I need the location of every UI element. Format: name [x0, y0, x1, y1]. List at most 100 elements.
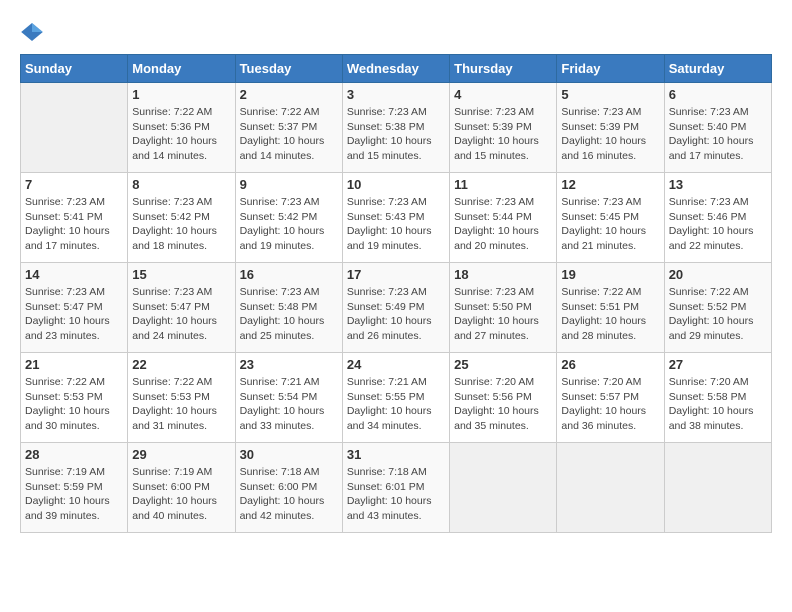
calendar-cell: 14Sunrise: 7:23 AMSunset: 5:47 PMDayligh…	[21, 263, 128, 353]
calendar-cell: 7 Sunrise: 7:23 AMSunset: 5:41 PMDaylight…	[21, 173, 128, 263]
calendar-cell: 21 Sunrise: 7:22 AMSunset: 5:53 PMDayligh…	[21, 353, 128, 443]
calendar-cell: 29 Sunrise: 7:19 AMSunset: 6:00 PMDayligh…	[128, 443, 235, 533]
day-info: Sunrise: 7:20 AMSunset: 5:56 PMDaylight:…	[454, 375, 552, 434]
day-number: 5	[561, 87, 659, 102]
calendar-week-row: 28 Sunrise: 7:19 AMSunset: 5:59 PMDayligh…	[21, 443, 772, 533]
day-number: 19	[561, 267, 659, 282]
day-info: Sunrise: 7:23 AMSunset: 5:38 PMDaylight:…	[347, 105, 445, 164]
day-info: Sunrise: 7:23 AMSunset: 5:40 PMDaylight:…	[669, 105, 767, 164]
day-number: 25	[454, 357, 552, 372]
calendar-cell: 18 Sunrise: 7:23 AMSunset: 5:50 PMDayligh…	[450, 263, 557, 353]
calendar-cell: 2 Sunrise: 7:22 AMSunset: 5:37 PMDaylight…	[235, 83, 342, 173]
day-info: Sunrise: 7:23 AMSunset: 5:43 PMDaylight:…	[347, 195, 445, 254]
day-info: Sunrise: 7:22 AMSunset: 5:36 PMDaylight:…	[132, 105, 230, 164]
day-info: Sunrise: 7:23 AMSunset: 5:42 PMDaylight:…	[240, 195, 338, 254]
weekday-header: Wednesday	[342, 55, 449, 83]
day-info: Sunrise: 7:23 AMSunset: 5:42 PMDaylight:…	[132, 195, 230, 254]
day-info: Sunrise: 7:18 AMSunset: 6:01 PMDaylight:…	[347, 465, 445, 524]
calendar-cell: 22Sunrise: 7:22 AMSunset: 5:53 PMDayligh…	[128, 353, 235, 443]
day-info: Sunrise: 7:23 AMSunset: 5:48 PMDaylight:…	[240, 285, 338, 344]
calendar-cell: 4 Sunrise: 7:23 AMSunset: 5:39 PMDaylight…	[450, 83, 557, 173]
day-info: Sunrise: 7:19 AMSunset: 6:00 PMDaylight:…	[132, 465, 230, 524]
day-number: 24	[347, 357, 445, 372]
calendar-cell: 10 Sunrise: 7:23 AMSunset: 5:43 PMDayligh…	[342, 173, 449, 263]
calendar-cell	[664, 443, 771, 533]
day-info: Sunrise: 7:18 AMSunset: 6:00 PMDaylight:…	[240, 465, 338, 524]
weekday-header: Tuesday	[235, 55, 342, 83]
day-number: 16	[240, 267, 338, 282]
calendar-week-row: 21 Sunrise: 7:22 AMSunset: 5:53 PMDayligh…	[21, 353, 772, 443]
day-number: 27	[669, 357, 767, 372]
day-number: 20	[669, 267, 767, 282]
calendar-cell: 12Sunrise: 7:23 AMSunset: 5:45 PMDayligh…	[557, 173, 664, 263]
day-number: 28	[25, 447, 123, 462]
day-info: Sunrise: 7:23 AMSunset: 5:44 PMDaylight:…	[454, 195, 552, 254]
day-number: 10	[347, 177, 445, 192]
day-info: Sunrise: 7:23 AMSunset: 5:47 PMDaylight:…	[25, 285, 123, 344]
calendar-cell: 6 Sunrise: 7:23 AMSunset: 5:40 PMDaylight…	[664, 83, 771, 173]
calendar-table: SundayMondayTuesdayWednesdayThursdayFrid…	[20, 54, 772, 533]
calendar-cell: 19Sunrise: 7:22 AMSunset: 5:51 PMDayligh…	[557, 263, 664, 353]
calendar-cell: 24 Sunrise: 7:21 AMSunset: 5:55 PMDayligh…	[342, 353, 449, 443]
day-number: 6	[669, 87, 767, 102]
day-info: Sunrise: 7:23 AMSunset: 5:39 PMDaylight:…	[454, 105, 552, 164]
calendar-cell: 28 Sunrise: 7:19 AMSunset: 5:59 PMDayligh…	[21, 443, 128, 533]
calendar-cell: 11 Sunrise: 7:23 AMSunset: 5:44 PMDayligh…	[450, 173, 557, 263]
day-info: Sunrise: 7:23 AMSunset: 5:47 PMDaylight:…	[132, 285, 230, 344]
day-info: Sunrise: 7:20 AMSunset: 5:58 PMDaylight:…	[669, 375, 767, 434]
day-info: Sunrise: 7:23 AMSunset: 5:49 PMDaylight:…	[347, 285, 445, 344]
calendar-cell	[21, 83, 128, 173]
calendar-cell: 16 Sunrise: 7:23 AMSunset: 5:48 PMDayligh…	[235, 263, 342, 353]
day-info: Sunrise: 7:22 AMSunset: 5:52 PMDaylight:…	[669, 285, 767, 344]
calendar-cell: 13Sunrise: 7:23 AMSunset: 5:46 PMDayligh…	[664, 173, 771, 263]
calendar-cell	[557, 443, 664, 533]
calendar-cell: 8Sunrise: 7:23 AMSunset: 5:42 PMDaylight…	[128, 173, 235, 263]
calendar-cell: 15 Sunrise: 7:23 AMSunset: 5:47 PMDayligh…	[128, 263, 235, 353]
day-number: 7	[25, 177, 123, 192]
day-number: 31	[347, 447, 445, 462]
day-number: 29	[132, 447, 230, 462]
logo-icon	[20, 20, 44, 44]
calendar-cell: 9 Sunrise: 7:23 AMSunset: 5:42 PMDaylight…	[235, 173, 342, 263]
day-info: Sunrise: 7:22 AMSunset: 5:53 PMDaylight:…	[25, 375, 123, 434]
day-number: 23	[240, 357, 338, 372]
calendar-cell: 27 Sunrise: 7:20 AMSunset: 5:58 PMDayligh…	[664, 353, 771, 443]
calendar-cell: 31 Sunrise: 7:18 AMSunset: 6:01 PMDayligh…	[342, 443, 449, 533]
calendar-cell	[450, 443, 557, 533]
day-number: 22	[132, 357, 230, 372]
day-info: Sunrise: 7:21 AMSunset: 5:54 PMDaylight:…	[240, 375, 338, 434]
weekday-header: Monday	[128, 55, 235, 83]
day-info: Sunrise: 7:23 AMSunset: 5:41 PMDaylight:…	[25, 195, 123, 254]
day-number: 2	[240, 87, 338, 102]
page-header	[20, 20, 772, 44]
day-number: 21	[25, 357, 123, 372]
calendar-cell: 5 Sunrise: 7:23 AMSunset: 5:39 PMDaylight…	[557, 83, 664, 173]
weekday-header: Sunday	[21, 55, 128, 83]
calendar-cell: 30Sunrise: 7:18 AMSunset: 6:00 PMDayligh…	[235, 443, 342, 533]
day-info: Sunrise: 7:21 AMSunset: 5:55 PMDaylight:…	[347, 375, 445, 434]
day-number: 15	[132, 267, 230, 282]
day-number: 13	[669, 177, 767, 192]
calendar-week-row: 1 Sunrise: 7:22 AMSunset: 5:36 PMDaylight…	[21, 83, 772, 173]
calendar-cell: 17Sunrise: 7:23 AMSunset: 5:49 PMDayligh…	[342, 263, 449, 353]
weekday-header: Saturday	[664, 55, 771, 83]
day-info: Sunrise: 7:23 AMSunset: 5:50 PMDaylight:…	[454, 285, 552, 344]
day-number: 18	[454, 267, 552, 282]
weekday-header: Friday	[557, 55, 664, 83]
calendar-week-row: 7 Sunrise: 7:23 AMSunset: 5:41 PMDaylight…	[21, 173, 772, 263]
calendar-cell: 23 Sunrise: 7:21 AMSunset: 5:54 PMDayligh…	[235, 353, 342, 443]
day-number: 3	[347, 87, 445, 102]
calendar-cell: 1 Sunrise: 7:22 AMSunset: 5:36 PMDaylight…	[128, 83, 235, 173]
day-number: 11	[454, 177, 552, 192]
day-info: Sunrise: 7:19 AMSunset: 5:59 PMDaylight:…	[25, 465, 123, 524]
day-number: 12	[561, 177, 659, 192]
weekday-header-row: SundayMondayTuesdayWednesdayThursdayFrid…	[21, 55, 772, 83]
day-info: Sunrise: 7:22 AMSunset: 5:37 PMDaylight:…	[240, 105, 338, 164]
calendar-cell: 26Sunrise: 7:20 AMSunset: 5:57 PMDayligh…	[557, 353, 664, 443]
day-number: 1	[132, 87, 230, 102]
day-info: Sunrise: 7:20 AMSunset: 5:57 PMDaylight:…	[561, 375, 659, 434]
weekday-header: Thursday	[450, 55, 557, 83]
day-number: 4	[454, 87, 552, 102]
day-number: 9	[240, 177, 338, 192]
day-info: Sunrise: 7:23 AMSunset: 5:39 PMDaylight:…	[561, 105, 659, 164]
